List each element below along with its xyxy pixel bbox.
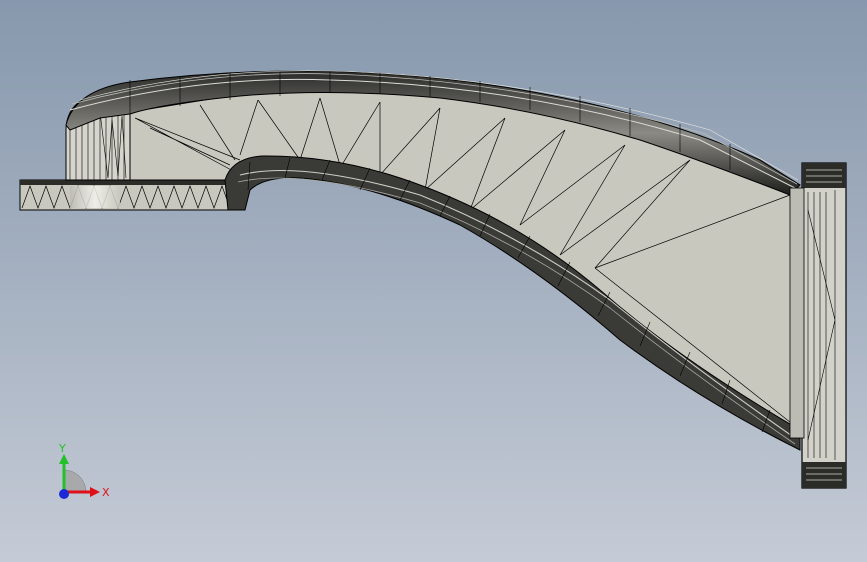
left-flange	[19, 179, 246, 211]
z-axis-dot	[59, 489, 69, 499]
graphics-viewport[interactable]: Y X	[0, 0, 867, 562]
y-axis-label: Y	[58, 442, 66, 455]
orientation-triad: Y X	[58, 442, 110, 499]
bracket-part-model[interactable]	[0, 0, 867, 562]
x-axis-label: X	[102, 486, 110, 499]
